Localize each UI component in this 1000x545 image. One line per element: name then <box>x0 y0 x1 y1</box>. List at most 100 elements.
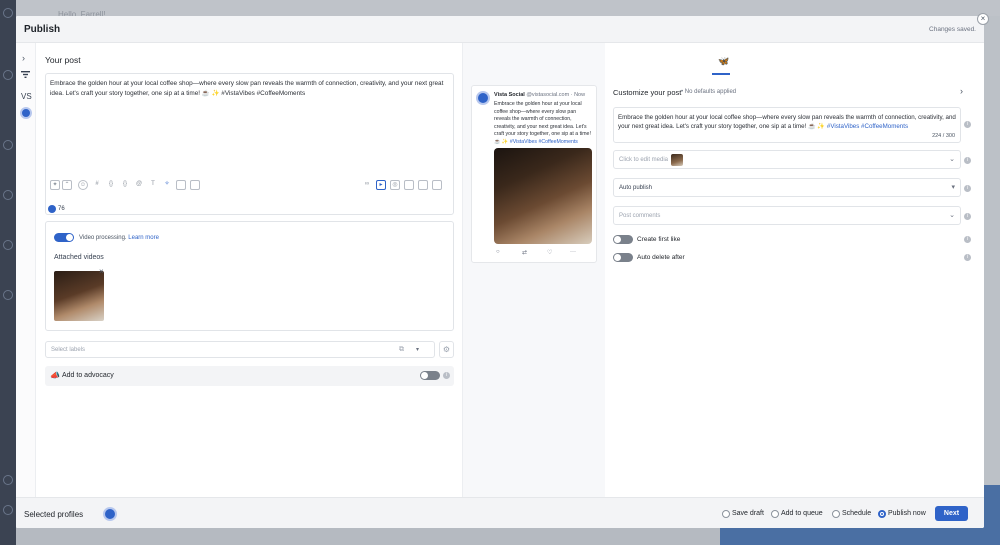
chevron-down-icon: ▾ <box>951 184 955 191</box>
reply-icon: ○ <box>496 249 500 255</box>
app-logo-icon <box>3 8 13 18</box>
advocacy-label: Add to advocacy <box>62 372 114 379</box>
video-thumbnail[interactable] <box>54 271 104 321</box>
your-post-label: Your post <box>45 55 81 65</box>
remove-video-icon[interactable]: × <box>99 267 104 276</box>
close-modal-button[interactable]: × <box>977 13 989 25</box>
add-to-queue-radio[interactable] <box>771 510 779 518</box>
filter-icon[interactable] <box>21 71 30 78</box>
variables-icon[interactable]: {} <box>106 180 116 190</box>
info-icon[interactable]: i <box>964 236 971 243</box>
info-icon[interactable]: i <box>964 213 971 220</box>
preview-video-thumbnail[interactable] <box>494 148 592 244</box>
first-like-toggle[interactable] <box>613 235 633 244</box>
labels-settings-icon[interactable]: ⚙ <box>439 341 454 358</box>
labels-select[interactable]: Select labels ⧉ ▾ <box>45 341 435 358</box>
modal-header: Publish Changes saved. <box>16 16 984 43</box>
profile-rail: › VS <box>16 43 36 497</box>
info-icon[interactable]: i <box>964 254 971 261</box>
media-editor-field[interactable]: Click to edit media ⌄ <box>613 150 961 169</box>
first-like-label: Create first like <box>637 236 681 243</box>
publish-mode-value: Auto publish <box>619 184 653 191</box>
media-thumbnail[interactable] <box>671 154 683 166</box>
nav-icon <box>3 475 13 485</box>
more-icon: ··· <box>570 249 576 255</box>
gallery-icon[interactable] <box>432 180 442 190</box>
profile-group-label[interactable]: VS <box>21 92 32 101</box>
advocacy-toggle[interactable] <box>420 371 440 380</box>
char-counter: 224 / 300 <box>932 133 955 139</box>
bluesky-profile-avatar[interactable] <box>20 107 32 119</box>
learn-more-link[interactable]: Learn more <box>128 235 159 241</box>
save-status: Changes saved. <box>929 26 976 33</box>
post-comments-field[interactable]: Post comments ⌄ <box>613 206 961 225</box>
publish-modal: Publish Changes saved. › VS Your post Em… <box>16 16 984 528</box>
ai-assist-icon[interactable]: ✦ <box>50 180 60 190</box>
modal-footer: Selected profiles Save draft Add to queu… <box>16 497 984 528</box>
preview-handle: @vistasocial.com · Now <box>526 92 586 98</box>
megaphone-icon: 📣 <box>50 371 60 380</box>
preview-avatar <box>476 91 490 105</box>
nav-icon <box>3 70 13 80</box>
chevron-down-icon[interactable]: ▾ <box>416 346 419 353</box>
copy-icon[interactable]: ⧉ <box>399 346 404 354</box>
code-braces-icon[interactable]: {} <box>120 180 130 190</box>
schedule-label[interactable]: Schedule <box>842 510 871 517</box>
link-icon[interactable]: ∞ <box>362 180 372 190</box>
calendar-icon[interactable] <box>190 180 200 190</box>
document-icon[interactable] <box>404 180 414 190</box>
post-editor[interactable]: Embrace the golden hour at your local co… <box>45 73 454 215</box>
nav-icon <box>3 190 13 200</box>
selected-profile-avatar[interactable] <box>103 507 117 521</box>
customize-title: Customize your post <box>613 88 682 97</box>
schedule-radio[interactable] <box>832 510 840 518</box>
video-processing-text: Video processing. <box>79 235 127 241</box>
next-button[interactable]: Next <box>935 506 968 521</box>
chevron-down-icon: ⌄ <box>949 156 955 163</box>
post-text[interactable]: Embrace the golden hour at your local co… <box>50 79 445 99</box>
post-preview-card: Vista Social @vistasocial.com · Now Embr… <box>471 85 597 263</box>
hashtag-icon[interactable]: # <box>92 180 102 190</box>
save-draft-radio[interactable] <box>722 510 730 518</box>
preview-name: Vista Social <box>494 92 525 98</box>
custom-text-field[interactable]: Embrace the golden hour at your local co… <box>613 107 961 143</box>
attached-videos-title: Attached videos <box>54 254 104 261</box>
char-count: 76 <box>58 206 65 212</box>
bluesky-tab-icon[interactable]: 🦋 <box>718 56 729 67</box>
preview-actions: ○ ⇄ ♡ ··· <box>494 249 592 257</box>
comments-placeholder: Post comments <box>619 212 661 219</box>
publish-mode-select[interactable]: Auto publish ▾ <box>613 178 961 197</box>
image-icon[interactable] <box>418 180 428 190</box>
nav-icon <box>3 140 13 150</box>
advocacy-row: 📣 Add to advocacy i <box>45 366 454 386</box>
shield-icon[interactable] <box>176 180 186 190</box>
camera-icon[interactable]: ◎ <box>390 180 400 190</box>
video-icon[interactable]: ▸ <box>376 180 386 190</box>
video-processing-toggle[interactable] <box>54 233 74 242</box>
add-to-queue-label[interactable]: Add to queue <box>781 510 823 517</box>
save-draft-label[interactable]: Save draft <box>732 510 764 517</box>
chevron-right-icon[interactable]: › <box>960 86 963 96</box>
info-icon[interactable]: i <box>964 157 971 164</box>
auto-delete-label: Auto delete after <box>637 254 685 261</box>
info-icon[interactable]: i <box>964 121 971 128</box>
auto-delete-toggle[interactable] <box>613 253 633 262</box>
chevron-right-icon[interactable]: › <box>22 53 25 63</box>
chevron-down-icon: ⌄ <box>949 212 955 219</box>
sparkle-icon[interactable]: ✧ <box>162 180 172 190</box>
background-header <box>16 0 1000 16</box>
info-icon[interactable]: i <box>964 185 971 192</box>
preview-hashtag: #VistaVibes <box>509 138 538 145</box>
publish-now-radio[interactable] <box>878 510 886 518</box>
info-icon[interactable]: i <box>443 372 450 379</box>
custom-hashtags: #VistaVibes #CoffeeMoments <box>826 123 909 130</box>
preview-hashtag: #CoffeeMoments <box>538 138 578 145</box>
selected-profiles-label: Selected profiles <box>24 510 84 519</box>
emoji-icon[interactable]: ☺ <box>78 180 88 190</box>
publish-now-label[interactable]: Publish now <box>888 510 926 517</box>
nav-icon <box>3 240 13 250</box>
chevron-up-icon[interactable]: ⌃ <box>62 180 72 190</box>
mention-icon[interactable]: @ <box>134 180 144 190</box>
repost-icon: ⇄ <box>522 250 528 256</box>
text-format-icon[interactable]: T <box>148 180 158 190</box>
